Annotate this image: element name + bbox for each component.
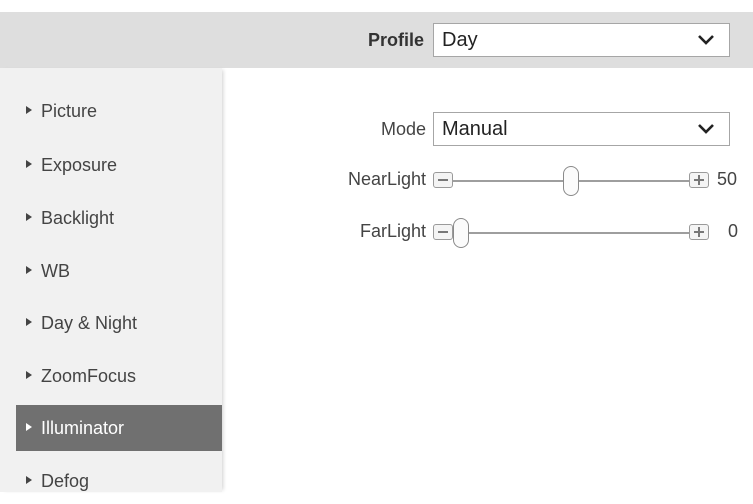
farlight-slider-thumb[interactable]	[453, 218, 469, 248]
sidebar-item-backlight[interactable]: Backlight	[16, 195, 222, 241]
sidebar-item-day-night[interactable]: Day & Night	[16, 300, 222, 346]
sidebar-item-label: Backlight	[41, 208, 115, 228]
sidebar-item-picture[interactable]: Picture	[16, 88, 222, 134]
sidebar: Picture Exposure Backlight WB Day & Nigh…	[0, 68, 222, 492]
sidebar-item-illuminator[interactable]: Illuminator	[16, 405, 222, 451]
sidebar-item-label: ZoomFocus	[41, 366, 137, 386]
triangle-right-icon	[26, 213, 32, 222]
triangle-right-icon	[26, 371, 32, 380]
sidebar-item-exposure[interactable]: Exposure	[16, 142, 222, 188]
sidebar-item-defog[interactable]: Defog	[16, 458, 222, 504]
triangle-right-icon	[26, 106, 32, 115]
sidebar-item-label: Picture	[41, 101, 98, 121]
triangle-right-icon	[26, 423, 32, 432]
nearlight-decrease-button[interactable]	[433, 172, 453, 188]
nearlight-label: NearLight	[347, 169, 426, 189]
profile-bar: Profile Day	[0, 12, 753, 68]
mode-select[interactable]: Manual	[433, 112, 730, 146]
triangle-right-icon	[26, 476, 32, 485]
sidebar-item-label: Day & Night	[41, 313, 138, 333]
profile-select-value: Day	[442, 29, 478, 51]
chevron-down-icon	[698, 35, 714, 45]
sidebar-item-label: Defog	[41, 471, 90, 491]
triangle-right-icon	[26, 266, 32, 275]
farlight-value: 0	[728, 221, 739, 241]
sidebar-item-label: Exposure	[41, 155, 118, 175]
minus-icon	[438, 231, 448, 233]
farlight-decrease-button[interactable]	[433, 224, 453, 240]
profile-label: Profile	[367, 30, 424, 50]
sidebar-item-label: Illuminator	[41, 418, 125, 438]
mode-label: Mode	[380, 119, 426, 139]
triangle-right-icon	[26, 160, 32, 169]
sidebar-item-wb[interactable]: WB	[16, 248, 222, 294]
chevron-down-icon	[698, 124, 714, 134]
mode-select-value: Manual	[442, 118, 508, 140]
farlight-slider-track[interactable]	[453, 232, 689, 234]
profile-select[interactable]: Day	[433, 23, 730, 57]
sidebar-item-label: WB	[41, 261, 70, 281]
farlight-increase-button[interactable]	[689, 224, 709, 240]
nearlight-value: 50	[717, 169, 738, 189]
minus-icon	[438, 179, 448, 181]
nearlight-slider-thumb[interactable]	[563, 166, 579, 196]
triangle-right-icon	[26, 318, 32, 327]
nearlight-increase-button[interactable]	[689, 172, 709, 188]
farlight-label: FarLight	[359, 221, 426, 241]
sidebar-item-zoomfocus[interactable]: ZoomFocus	[16, 353, 222, 399]
